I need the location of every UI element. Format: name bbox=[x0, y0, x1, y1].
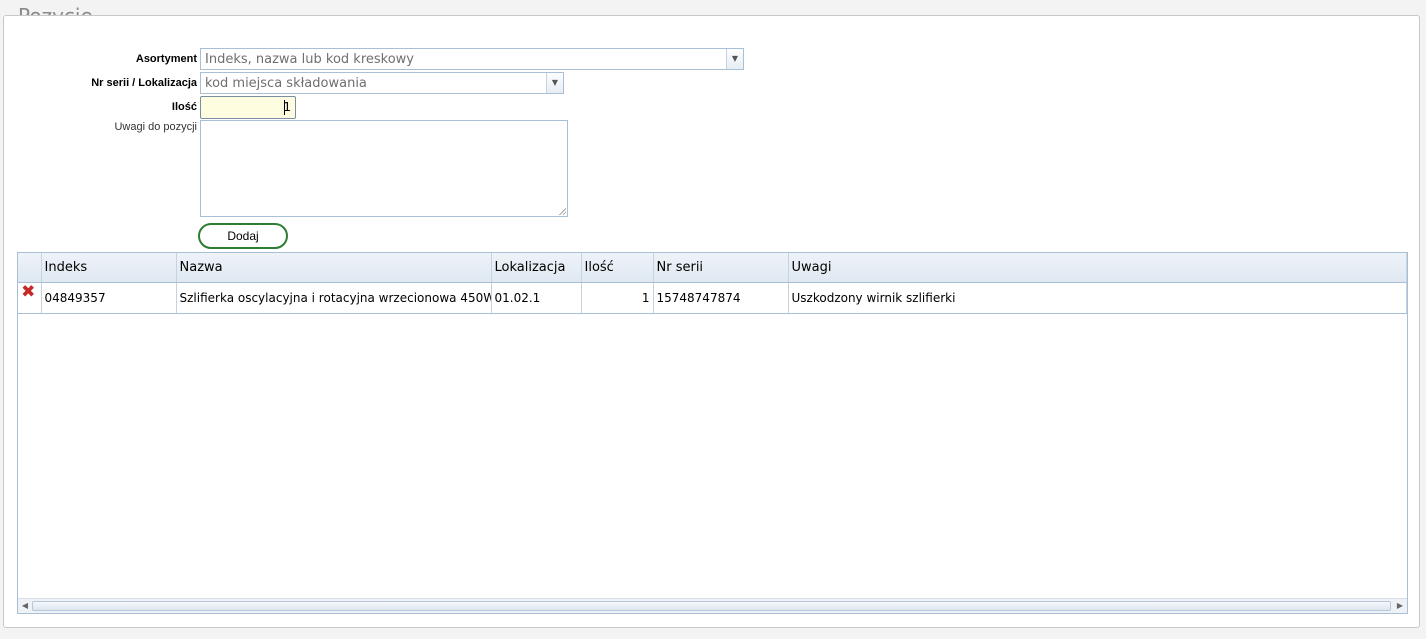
positions-grid: Indeks Nazwa Lokalizacja Ilość Nr serii … bbox=[17, 252, 1408, 614]
nr-serii-label-wrap: Nr serii / Lokalizacja bbox=[20, 77, 197, 93]
horizontal-scrollbar[interactable]: ◀ ▶ bbox=[18, 598, 1407, 613]
asortyment-combobox[interactable]: Indeks, nazwa lub kod kreskowy ▼ bbox=[200, 48, 744, 70]
column-header-uwagi[interactable]: Uwagi bbox=[788, 253, 1407, 283]
column-header-nazwa[interactable]: Nazwa bbox=[176, 253, 492, 283]
uwagi-label-wrap: Uwagi do pozycji bbox=[20, 121, 197, 137]
add-button[interactable]: Dodaj bbox=[198, 223, 288, 249]
scroll-right-icon[interactable]: ▶ bbox=[1394, 600, 1406, 612]
table-header-row: Indeks Nazwa Lokalizacja Ilość Nr serii … bbox=[18, 253, 1407, 283]
chevron-down-icon[interactable]: ▼ bbox=[726, 49, 743, 69]
nr-serii-input[interactable]: kod miejsca składowania bbox=[205, 76, 367, 91]
nr-serii-combobox[interactable]: kod miejsca składowania ▼ bbox=[200, 72, 564, 94]
table-row[interactable]: ✖ 04849357 Szlifierka oscylacyjna i rota… bbox=[18, 282, 1407, 314]
asortyment-input[interactable]: Indeks, nazwa lub kod kreskowy bbox=[205, 52, 414, 67]
resize-grip-icon[interactable] bbox=[558, 207, 566, 215]
uwagi-label: Uwagi do pozycji bbox=[114, 121, 197, 133]
nr-serii-label: Nr serii / Lokalizacja bbox=[91, 77, 197, 89]
delete-cell[interactable]: ✖ bbox=[18, 282, 42, 314]
column-header-actions bbox=[18, 253, 42, 283]
ilosc-label: Ilość bbox=[171, 101, 197, 113]
quantity-value: 1 bbox=[283, 100, 291, 114]
column-header-indeks[interactable]: Indeks bbox=[41, 253, 177, 283]
cell-indeks: 04849357 bbox=[41, 282, 177, 314]
ilosc-label-wrap: Ilość bbox=[20, 101, 197, 117]
notes-textarea[interactable] bbox=[200, 120, 568, 217]
quantity-input[interactable]: 1 bbox=[200, 96, 296, 119]
column-header-lokalizacja[interactable]: Lokalizacja bbox=[491, 253, 582, 283]
delete-x-icon[interactable]: ✖ bbox=[21, 282, 35, 302]
column-header-ilosc[interactable]: Ilość bbox=[581, 253, 654, 283]
column-header-nr-serii[interactable]: Nr serii bbox=[653, 253, 789, 283]
asortyment-label: Asortyment bbox=[135, 53, 197, 65]
cell-nr-serii: 15748747874 bbox=[653, 282, 789, 314]
scroll-left-icon[interactable]: ◀ bbox=[19, 600, 31, 612]
cell-lokalizacja: 01.02.1 bbox=[491, 282, 582, 314]
positions-table: Indeks Nazwa Lokalizacja Ilość Nr serii … bbox=[18, 253, 1407, 314]
cell-uwagi: Uszkodzony wirnik szlifierki bbox=[788, 282, 1407, 314]
chevron-down-icon[interactable]: ▼ bbox=[546, 73, 563, 93]
cell-nazwa: Szlifierka oscylacyjna i rotacyjna wrzec… bbox=[176, 282, 492, 314]
asortyment-label-wrap: Asortyment bbox=[20, 53, 197, 69]
scrollbar-thumb[interactable] bbox=[32, 601, 1391, 611]
cell-ilosc: 1 bbox=[581, 282, 654, 314]
